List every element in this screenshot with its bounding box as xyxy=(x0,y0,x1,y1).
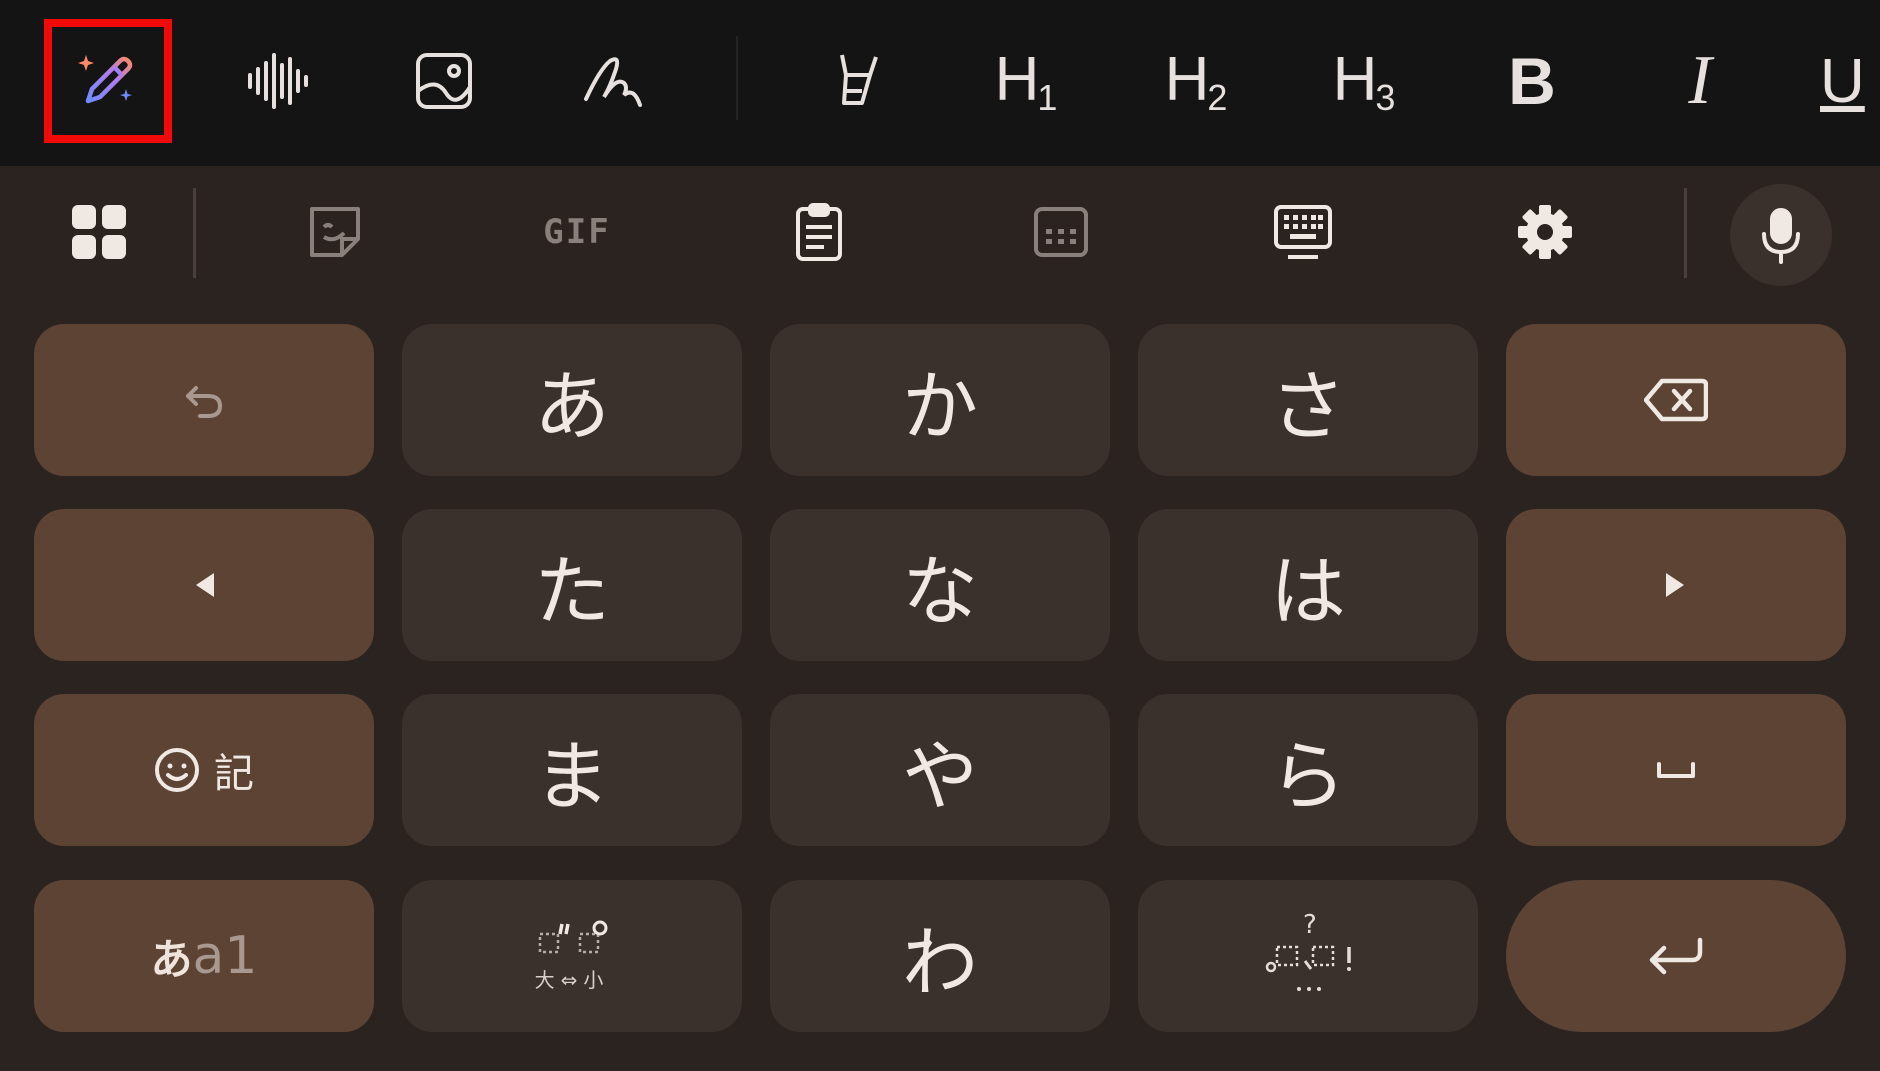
underline-button[interactable]: U xyxy=(1820,23,1880,139)
bold-label: B xyxy=(1508,44,1556,118)
toolbar-divider xyxy=(736,36,738,120)
undo-icon xyxy=(186,386,222,418)
pencil-sparkle-icon xyxy=(78,55,133,104)
key-label: た xyxy=(534,547,610,636)
backspace-icon xyxy=(1644,378,1708,422)
key-label: さ xyxy=(1270,362,1346,451)
space-icon xyxy=(1657,762,1695,778)
heading-1-label: H1 xyxy=(994,44,1058,118)
symbols-label: 記 xyxy=(214,751,254,797)
settings-button[interactable] xyxy=(1490,182,1600,282)
key-ya-row[interactable]: や xyxy=(770,694,1110,846)
tool-divider-right xyxy=(1684,188,1687,278)
key-sa-row[interactable]: さ xyxy=(1138,324,1478,476)
key-label: は xyxy=(1270,547,1346,636)
dakuten-icon xyxy=(538,920,608,953)
clipboard-icon xyxy=(796,203,842,261)
sticker-icon xyxy=(310,207,360,257)
gif-button[interactable]: GIF xyxy=(522,182,632,282)
key-label: か xyxy=(902,362,978,451)
dakuten-key[interactable]: 大⇔小 xyxy=(402,880,742,1032)
key-a-row[interactable]: あ xyxy=(402,324,742,476)
key-label: ま xyxy=(534,732,610,821)
triangle-left-icon xyxy=(196,573,214,597)
punctuation-key[interactable]: ? xyxy=(1138,880,1478,1032)
key-ra-row[interactable]: ら xyxy=(1138,694,1478,846)
key-na-row[interactable]: な xyxy=(770,509,1110,661)
space-key[interactable] xyxy=(1506,694,1846,846)
keyboard-icon xyxy=(1274,205,1332,259)
mode-alnum-label: a1 xyxy=(192,926,258,986)
input-mode-key[interactable]: あ a1 xyxy=(34,880,374,1032)
key-label: あ xyxy=(534,362,610,451)
smiley-icon xyxy=(155,748,199,792)
mode-kana-label: あ xyxy=(150,934,193,984)
key-label: わ xyxy=(902,918,978,1007)
emoji-symbol-key[interactable]: 記 xyxy=(34,694,374,846)
undo-key[interactable] xyxy=(34,324,374,476)
heading-2-button[interactable]: H2 xyxy=(1136,23,1256,139)
heading-2-label: H2 xyxy=(1164,44,1228,118)
key-label: や xyxy=(902,732,978,821)
heading-1-button[interactable]: H1 xyxy=(966,23,1086,139)
underline-label: U xyxy=(1820,46,1865,116)
image-icon xyxy=(416,53,472,109)
key-ta-row[interactable]: た xyxy=(402,509,742,661)
italic-label: I xyxy=(1688,42,1712,119)
menu-button[interactable] xyxy=(44,182,154,282)
gif-label: GIF xyxy=(543,212,611,252)
cursor-right-key[interactable] xyxy=(1506,509,1846,661)
key-ka-row[interactable]: か xyxy=(770,324,1110,476)
key-wa-row[interactable]: わ xyxy=(770,880,1110,1032)
formatting-toolbar: H1 H2 H3 B I U xyxy=(0,0,1880,166)
svg-text:?: ? xyxy=(1303,911,1317,940)
tool-divider-left xyxy=(193,188,196,278)
gear-icon xyxy=(1518,205,1572,259)
triangle-right-icon xyxy=(1666,573,1684,597)
heading-3-button[interactable]: H3 xyxy=(1304,23,1424,139)
key-label: ら xyxy=(1270,732,1346,821)
keyboard-layout-button[interactable] xyxy=(1248,182,1358,282)
backspace-key[interactable] xyxy=(1506,324,1846,476)
highlighter-icon xyxy=(840,54,878,105)
punctuation-icon: ? xyxy=(1265,911,1351,991)
key-ha-row[interactable]: は xyxy=(1138,509,1478,661)
bold-button[interactable]: B xyxy=(1472,23,1592,139)
handwriting-button[interactable] xyxy=(554,23,674,139)
insert-image-button[interactable] xyxy=(384,23,504,139)
ai-write-button[interactable] xyxy=(44,19,172,143)
italic-button[interactable]: I xyxy=(1640,23,1760,139)
voice-input-button[interactable] xyxy=(1730,184,1832,286)
grid-menu-icon xyxy=(72,205,126,259)
highlighter-button[interactable] xyxy=(798,23,918,139)
enter-key[interactable] xyxy=(1506,880,1846,1032)
enter-icon xyxy=(1649,937,1703,975)
handwriting-icon xyxy=(584,57,642,107)
voice-wave-button[interactable] xyxy=(218,23,338,139)
key-ma-row[interactable]: ま xyxy=(402,694,742,846)
numpad-button[interactable] xyxy=(1006,182,1116,282)
clipboard-button[interactable] xyxy=(764,182,874,282)
heading-3-label: H3 xyxy=(1332,44,1396,118)
microphone-icon xyxy=(1762,208,1800,264)
size-toggle-label: 大⇔小 xyxy=(534,967,610,992)
sticker-button[interactable] xyxy=(280,182,390,282)
waveform-icon xyxy=(248,53,308,109)
cursor-left-key[interactable] xyxy=(34,509,374,661)
numpad-icon xyxy=(1034,207,1088,257)
key-label: な xyxy=(902,547,978,636)
